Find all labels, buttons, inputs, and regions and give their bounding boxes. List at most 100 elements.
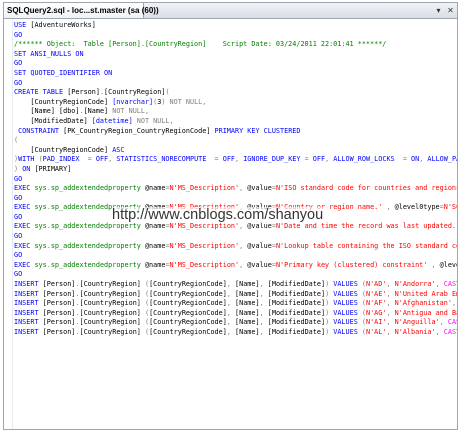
code-editor[interactable]: USE [AdventureWorks] GO/****** Object: Ta… [4,19,457,429]
code-token: GO [14,59,23,68]
code-token: INSERT [14,280,43,289]
code-token: , [386,328,395,336]
code-line[interactable]: ) ON [PRIMARY] [14,165,457,175]
code-token: VALUES [333,289,362,298]
code-line[interactable]: [CountryRegionCode] [nvarchar](3) NOT NU… [14,98,457,108]
sql-code[interactable]: USE [AdventureWorks] GO/****** Object: Ta… [14,21,457,338]
query-editor-window: SQLQuery2.sql - loc...st.master (sa (60)… [3,2,458,430]
code-line[interactable]: SET QUOTED_IDENTIFIER ON [14,69,457,79]
code-line[interactable]: GO [14,59,457,69]
code-line[interactable]: ( [14,136,457,146]
code-token: INSERT [14,289,43,298]
code-line[interactable]: INSERT [Person].[CountryRegion] ([Countr… [14,299,457,309]
close-icon[interactable]: ✕ [446,5,455,17]
code-token: VALUES [333,280,362,289]
code-token: N'Anguilla' [394,318,440,327]
code-line[interactable]: GO [14,79,457,89]
code-line[interactable]: EXEC sys.sp_addextendedproperty @name=N'… [14,184,457,194]
code-token: , [226,308,236,317]
code-token: NOT NULL, [112,107,150,116]
code-token: [Person] [42,289,76,298]
code-token: [ModifiedDate] [267,328,326,336]
code-token: N'MS_Description' [169,260,240,269]
code-line[interactable]: GO [14,232,457,242]
code-token: [CountryRegion] [104,88,166,97]
code-line[interactable]: INSERT [Person].[CountryRegion] ([Countr… [14,318,457,328]
code-token: [ModifiedDate] [267,299,326,308]
code-line[interactable]: USE [AdventureWorks] [14,21,457,31]
code-token: sp_addextendedproperty [50,184,145,193]
code-token: [Name] [235,289,260,298]
code-token: ( [14,136,19,145]
code-token: , [226,318,236,327]
code-token: , [259,299,268,308]
code-line[interactable]: INSERT [Person].[CountryRegion] ([Countr… [14,328,457,338]
code-token: [AdventureWorks] [30,21,96,29]
code-token: STATISTICS_NORECOMPUTE [116,155,215,164]
code-token: sp_addextendedproperty [50,260,145,269]
code-token: [CountryRegionCode] [149,308,227,317]
code-token: N'AE' [366,289,387,298]
code-token: , [386,318,395,327]
code-token: CAST [447,318,457,327]
code-line[interactable]: GO [14,194,457,204]
code-line[interactable]: /****** Object: Table [Person].[CountryR… [14,40,457,50]
code-token: , [386,308,395,317]
code-line[interactable]: [CountryRegionCode] ASC [14,146,457,156]
code-token: WITH [18,155,39,164]
code-line[interactable]: INSERT [Person].[CountryRegion] ([Countr… [14,290,457,300]
code-line[interactable]: [Name] [dbo].[Name] NOT NULL, [14,107,457,117]
code-token: , [259,308,268,317]
code-token: @value [247,241,272,250]
code-token: N'Afghanistan' [394,299,452,308]
code-token: [Person] [42,299,76,308]
code-line[interactable]: INSERT [Person].[CountryRegion] ([Countr… [14,309,457,319]
code-token: ALLOW_PAGE_L [427,155,457,164]
code-token: NOT NULL, [169,97,207,106]
code-token: [Name] [14,107,60,116]
code-token: = [87,155,96,164]
code-token: CAST [443,280,457,289]
code-token: PAD_INDEX [42,155,88,164]
code-line[interactable]: INSERT [Person].[CountryRegion] ([Countr… [14,280,457,290]
document-tab-bar: SQLQuery2.sql - loc...st.master (sa (60)… [4,3,457,19]
code-token: sys [34,203,47,212]
code-line[interactable]: GO [14,270,457,280]
code-token: EXEC [14,222,35,231]
code-line[interactable]: EXEC sys.sp_addextendedproperty @name=N'… [14,261,457,271]
code-token: [Name] [235,299,260,308]
code-token: N'AF' [366,299,387,308]
code-line[interactable]: )WITH (PAD_INDEX = OFF, STATISTICS_NOREC… [14,155,457,165]
code-token: [CountryRegionCode] [149,289,227,298]
code-token: OFF [222,155,236,164]
tab-sqlquery2[interactable]: SQLQuery2.sql - loc...st.master (sa (60)… [4,3,159,18]
code-token: , [435,280,444,289]
code-token: [Name] [235,318,260,327]
code-token: EXEC [14,184,35,193]
code-token: [ModifiedDate] [267,308,326,317]
code-line[interactable]: GO [14,31,457,41]
code-token: sys [34,241,47,250]
code-line[interactable]: CREATE TABLE [Person].[CountryRegion]( [14,88,457,98]
code-token: [CountryRegionCode] [149,328,227,336]
code-token: VALUES [333,318,362,327]
code-token: N'Lookup table containing the ISO standa… [275,241,457,250]
code-line[interactable]: CONSTRAINT [PK_CountryRegion_CountryRegi… [14,127,457,137]
code-token: INSERT [14,328,43,336]
code-line[interactable]: [ModifiedDate] [datetime] NOT NULL, [14,117,457,127]
code-token: @level0ty [439,260,457,269]
code-token: GO [14,270,23,279]
code-line[interactable]: GO [14,251,457,261]
tab-list-dropdown-icon[interactable]: ▾ [434,5,443,17]
code-line[interactable]: EXEC sys.sp_addextendedproperty @name=N'… [14,242,457,252]
code-token: OFF [95,155,109,164]
code-token: = [214,155,223,164]
code-token: USE [14,21,31,29]
code-token: EXEC [14,260,35,269]
code-line[interactable]: GO [14,175,457,185]
code-token: [datetime] [91,116,137,125]
code-token: ASC [112,145,125,154]
code-token: N'ISO standard code for countries and re… [275,184,457,193]
code-line[interactable]: SET ANSI_NULLS ON [14,50,457,60]
code-line[interactable]: EXEC sys.sp_addextendedproperty @name=N'… [14,222,457,232]
